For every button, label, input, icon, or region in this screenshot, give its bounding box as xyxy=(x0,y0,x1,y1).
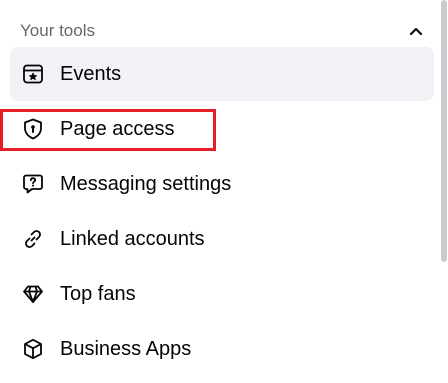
tool-item-label: Business Apps xyxy=(60,337,192,360)
chevron-up-icon[interactable] xyxy=(404,19,428,43)
section-header[interactable]: Your tools xyxy=(20,16,428,46)
diamond-icon xyxy=(20,281,46,307)
tool-item-page-access[interactable]: Page access xyxy=(10,102,434,156)
tool-item-linked-accounts[interactable]: Linked accounts xyxy=(10,212,434,266)
tool-item-business-apps[interactable]: Business Apps xyxy=(10,322,434,376)
tool-item-label: Linked accounts xyxy=(60,227,205,250)
your-tools-panel: Your tools Events Page access Messaging … xyxy=(0,0,436,383)
tool-item-top-fans[interactable]: Top fans xyxy=(10,267,434,321)
section-title: Your tools xyxy=(20,21,95,40)
tool-item-label: Messaging settings xyxy=(60,172,232,195)
scrollbar-thumb[interactable] xyxy=(441,0,447,262)
cube-icon xyxy=(20,336,46,362)
tool-item-label: Page access xyxy=(60,117,175,140)
tool-item-label: Top fans xyxy=(60,282,136,305)
tool-item-messaging-settings[interactable]: Messaging settings xyxy=(10,157,434,211)
chat-question-icon xyxy=(20,171,46,197)
shield-keyhole-icon xyxy=(20,116,46,142)
link-icon xyxy=(20,226,46,252)
tool-item-label: Events xyxy=(60,62,122,85)
tool-item-events[interactable]: Events xyxy=(10,47,434,101)
scrollbar-track[interactable] xyxy=(440,0,448,383)
calendar-star-icon xyxy=(20,61,46,87)
